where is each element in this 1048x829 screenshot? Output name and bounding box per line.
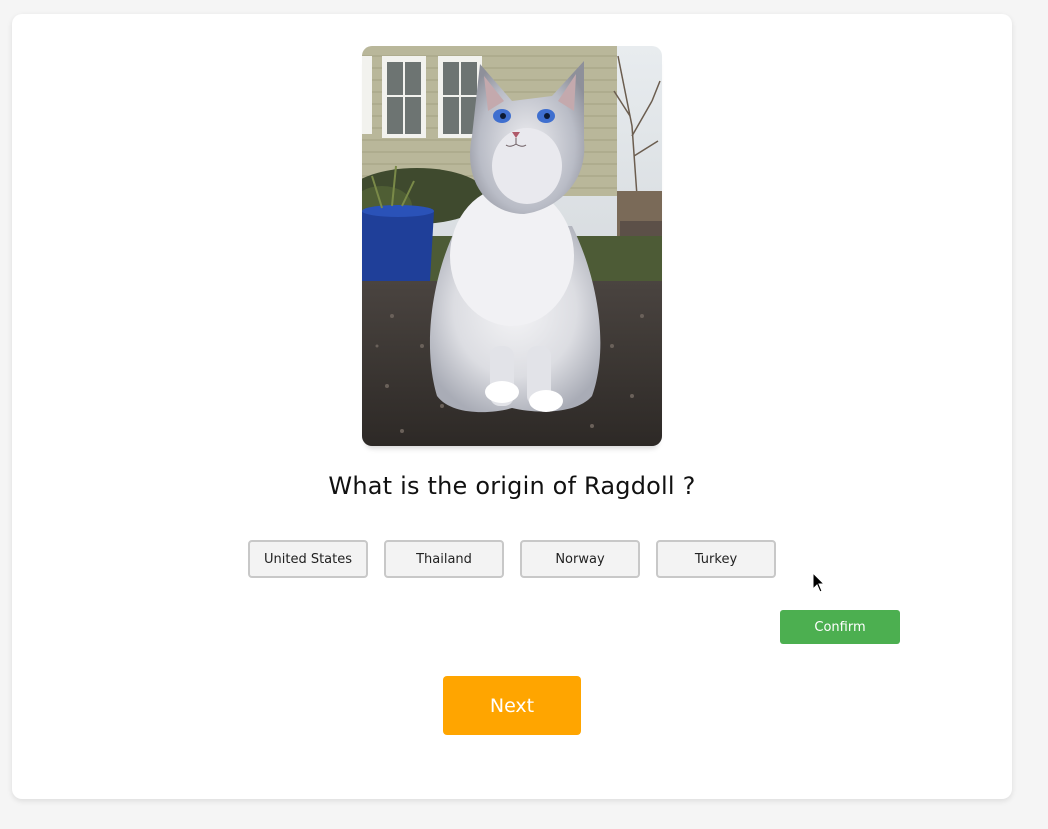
- question-text: What is the origin of Ragdoll ?: [328, 472, 696, 500]
- next-button[interactable]: Next: [443, 676, 581, 735]
- option-norway[interactable]: Norway: [520, 540, 640, 578]
- quiz-card: What is the origin of Ragdoll ? United S…: [12, 14, 1012, 799]
- option-united-states[interactable]: United States: [248, 540, 368, 578]
- option-thailand[interactable]: Thailand: [384, 540, 504, 578]
- mouse-pointer-icon: [812, 572, 826, 593]
- confirm-button[interactable]: Confirm: [780, 610, 900, 644]
- option-turkey[interactable]: Turkey: [656, 540, 776, 578]
- cat-photo: [362, 46, 662, 446]
- answer-options: United States Thailand Norway Turkey: [248, 540, 776, 578]
